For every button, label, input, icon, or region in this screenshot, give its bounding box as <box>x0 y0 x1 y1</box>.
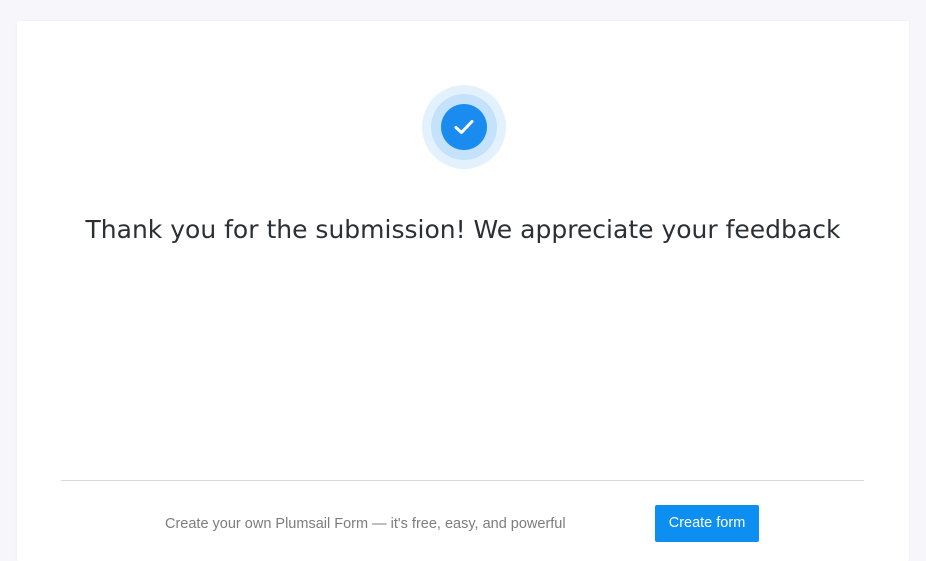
confirmation-message: Thank you for the submission! We appreci… <box>85 215 841 244</box>
check-circle-icon <box>422 85 506 169</box>
icon-core <box>441 104 487 150</box>
confirmation-card: Thank you for the submission! We appreci… <box>17 21 909 561</box>
icon-ring <box>431 94 497 160</box>
checkmark-icon <box>454 120 474 134</box>
create-form-button[interactable]: Create form <box>655 505 759 542</box>
promo-text: Create your own Plumsail Form — it's fre… <box>165 516 566 532</box>
footer-divider <box>61 480 864 481</box>
